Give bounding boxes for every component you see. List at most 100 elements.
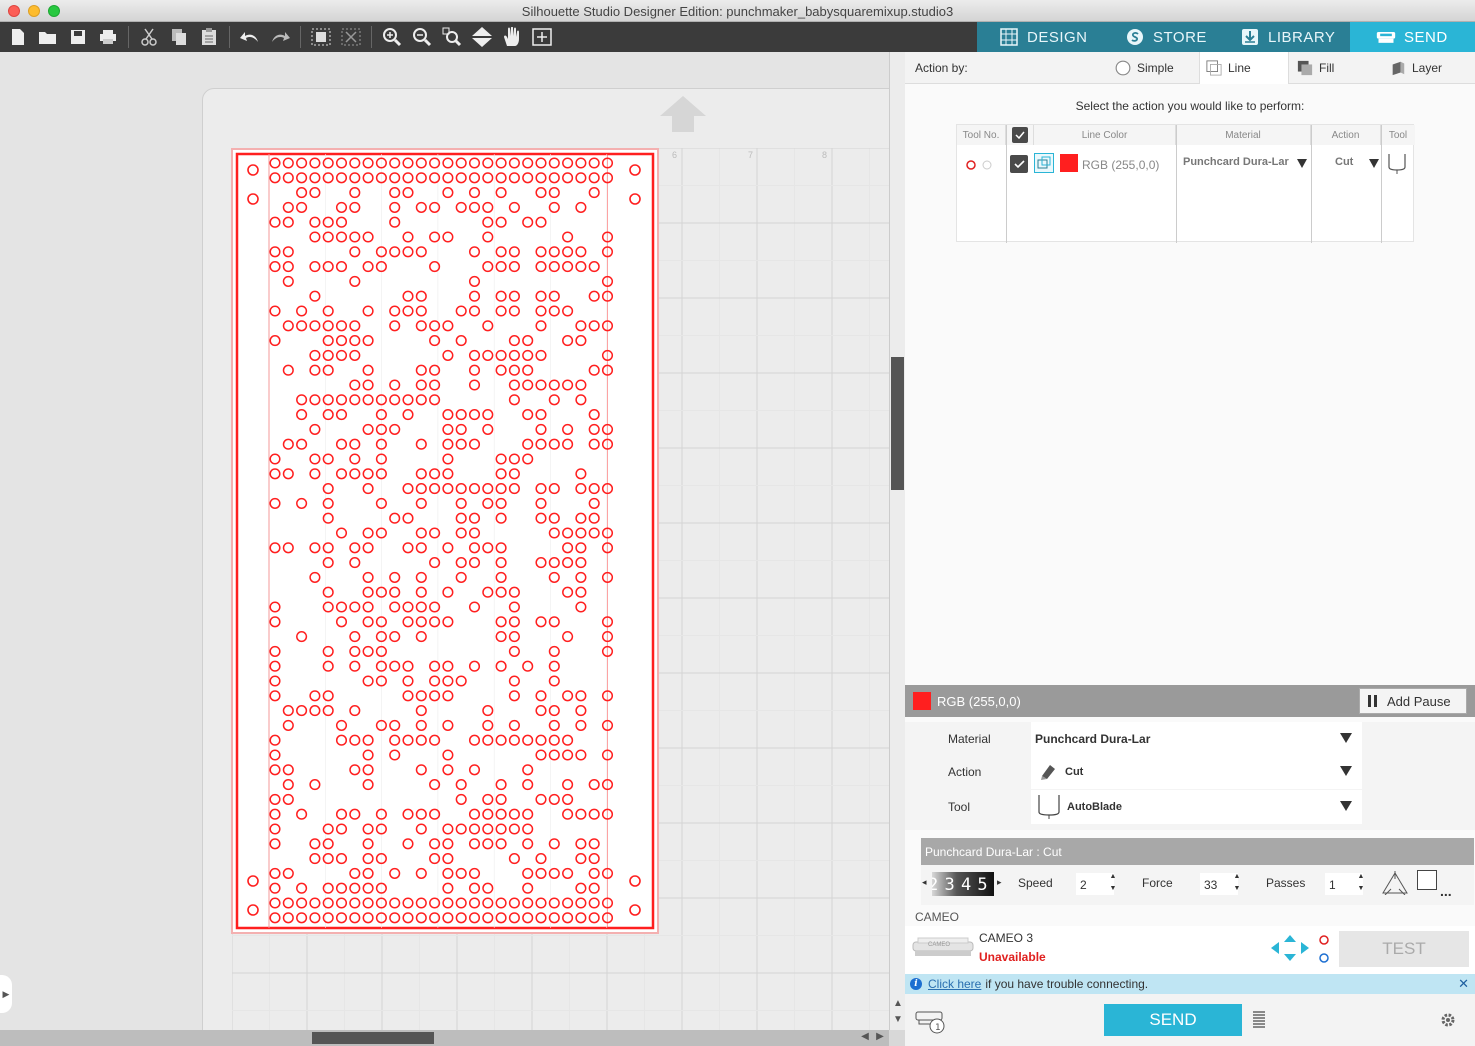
action-select[interactable]: Cut bbox=[1031, 755, 1362, 789]
scroll-down-arrow-icon[interactable]: ▼ bbox=[892, 1014, 904, 1026]
deselect-icon[interactable] bbox=[339, 25, 363, 49]
device-section-label: CAMEO bbox=[915, 910, 960, 924]
connection-info-text: if you have trouble connecting. bbox=[985, 977, 1149, 991]
column-divider bbox=[1006, 125, 1007, 243]
line-style-icon[interactable] bbox=[1034, 153, 1054, 173]
speed-stepper-icon[interactable]: ▲ ▼ bbox=[1109, 871, 1117, 895]
new-file-icon[interactable] bbox=[6, 25, 30, 49]
window-titlebar: Silhouette Studio Designer Edition: punc… bbox=[0, 0, 1475, 22]
fit-page-icon[interactable] bbox=[530, 25, 554, 49]
mode-layer[interactable]: Layer bbox=[1390, 52, 1442, 84]
mode-line-label: Line bbox=[1228, 61, 1251, 75]
send-panel: Action by: Simple Line Fill Layer Select… bbox=[905, 52, 1475, 1046]
tab-design[interactable]: DESIGN bbox=[977, 22, 1105, 52]
force-stepper-icon[interactable]: ▲ ▼ bbox=[1233, 871, 1241, 895]
header-tool-no: Tool No. bbox=[957, 125, 1006, 145]
tool-select[interactable]: AutoBlade bbox=[1031, 790, 1362, 824]
vertical-scroll-thumb[interactable] bbox=[891, 357, 904, 490]
open-folder-icon[interactable] bbox=[36, 25, 60, 49]
tool-select-value: AutoBlade bbox=[1067, 801, 1122, 813]
force-label: Force bbox=[1142, 876, 1173, 890]
zoom-out-icon[interactable] bbox=[410, 25, 434, 49]
action-dropdown[interactable]: Cut bbox=[1335, 156, 1379, 172]
blade-depth-selector[interactable]: 2 3 4 5 6 bbox=[932, 872, 994, 896]
pan-down-icon[interactable] bbox=[470, 25, 494, 49]
scroll-right-arrow-icon[interactable]: ▶ bbox=[873, 1031, 887, 1045]
speed-label: Speed bbox=[1018, 876, 1053, 890]
cut-icon[interactable] bbox=[137, 25, 161, 49]
main-toolbar bbox=[0, 22, 977, 52]
tab-send-label: SEND bbox=[1404, 28, 1448, 46]
zoom-in-icon[interactable] bbox=[380, 25, 404, 49]
send-queue-icon[interactable]: 1 bbox=[915, 1008, 947, 1037]
copy-icon[interactable] bbox=[167, 25, 191, 49]
horizontal-scrollbar[interactable]: ◀ ▶ bbox=[0, 1030, 889, 1046]
ruler-label: 6 bbox=[672, 150, 678, 160]
expand-panel-button[interactable]: ▶ bbox=[0, 975, 12, 1013]
dropdown-caret-icon bbox=[1297, 159, 1307, 168]
blade-prev-arrow-icon[interactable]: ◂ bbox=[922, 877, 927, 888]
mode-fill[interactable]: Fill bbox=[1297, 52, 1334, 84]
passes-stepper-icon[interactable]: ▲ ▼ bbox=[1357, 871, 1365, 895]
cut-settings-header: Punchcard Dura-Lar : Cut bbox=[921, 838, 1474, 865]
mode-layer-label: Layer bbox=[1412, 61, 1443, 75]
header-action: Action bbox=[1311, 125, 1381, 145]
add-pause-button[interactable]: Add Pause bbox=[1359, 688, 1467, 714]
move-arrows-icon[interactable] bbox=[1270, 934, 1310, 965]
undo-icon[interactable] bbox=[238, 25, 262, 49]
scroll-left-arrow-icon[interactable]: ◀ bbox=[858, 1031, 872, 1045]
print-icon[interactable] bbox=[96, 25, 120, 49]
chevron-down-icon bbox=[1340, 733, 1352, 743]
autoblade-tool-icon[interactable] bbox=[1387, 153, 1407, 178]
click-here-link[interactable]: Click here bbox=[928, 977, 981, 991]
paste-icon[interactable] bbox=[197, 25, 221, 49]
redo-icon[interactable] bbox=[268, 25, 292, 49]
select-all-checkbox[interactable] bbox=[1011, 127, 1028, 143]
material-select[interactable]: Punchcard Dura-Lar bbox=[1031, 722, 1362, 756]
material-dropdown[interactable]: Punchcard Dura-Lar bbox=[1183, 156, 1309, 172]
send-options-icon[interactable] bbox=[1252, 1010, 1266, 1030]
zoom-select-icon[interactable] bbox=[440, 25, 464, 49]
tab-library-label: LIBRARY bbox=[1268, 28, 1336, 46]
mode-simple[interactable]: Simple bbox=[1115, 52, 1174, 84]
more-options-button[interactable]: ... bbox=[1440, 883, 1452, 899]
tab-library[interactable]: LIBRARY bbox=[1223, 22, 1350, 52]
punchcard-design[interactable] bbox=[231, 148, 659, 934]
close-icon[interactable]: ✕ bbox=[1458, 976, 1469, 992]
window-title: Silhouette Studio Designer Edition: punc… bbox=[521, 4, 954, 19]
header-select-all[interactable] bbox=[1006, 125, 1034, 145]
action-by-label: Action by: bbox=[915, 61, 968, 75]
test-button[interactable]: TEST bbox=[1339, 931, 1469, 967]
action-by-bar: Action by: Simple Line Fill Layer bbox=[905, 52, 1475, 84]
cut-settings-row: ◂ 2 3 4 5 6 ▸ Speed 2 ▲▼ Force 33 ▲▼ Pas… bbox=[921, 865, 1474, 905]
tab-store-label: STORE bbox=[1153, 28, 1207, 46]
hand-icon[interactable] bbox=[500, 25, 524, 49]
line-color-swatch[interactable] bbox=[1060, 154, 1078, 172]
save-icon[interactable] bbox=[66, 25, 90, 49]
pause-icon bbox=[1368, 695, 1377, 707]
column-divider bbox=[1176, 125, 1177, 243]
scroll-up-arrow-icon[interactable]: ▲ bbox=[892, 998, 904, 1010]
info-icon: i bbox=[910, 978, 922, 990]
tab-send[interactable]: SEND bbox=[1350, 22, 1475, 52]
blade-next-arrow-icon[interactable]: ▸ bbox=[997, 877, 1002, 888]
material-label: Material bbox=[948, 732, 991, 746]
layer-mode-icon bbox=[1392, 61, 1405, 76]
header-line-color: Line Color bbox=[1034, 125, 1176, 145]
grid-icon bbox=[999, 27, 1019, 47]
workspace-tabs: DESIGN STORE LIBRARY SEND bbox=[977, 22, 1475, 52]
toolbar-separator bbox=[229, 26, 230, 48]
gear-icon[interactable] bbox=[1439, 1011, 1457, 1032]
mode-line[interactable]: Line bbox=[1199, 52, 1289, 84]
select-all-icon[interactable] bbox=[309, 25, 333, 49]
device-name: CAMEO 3 bbox=[979, 931, 1034, 945]
tab-store[interactable]: STORE bbox=[1105, 22, 1223, 52]
design-canvas[interactable]: 6 7 8 bbox=[0, 52, 889, 1030]
row-enabled-checkbox[interactable] bbox=[1010, 155, 1028, 173]
device-status: Unavailable bbox=[979, 950, 1046, 964]
horizontal-scroll-thumb[interactable] bbox=[312, 1032, 434, 1044]
line-segment-overcut-icon[interactable] bbox=[1381, 871, 1409, 898]
blade-options-checkbox[interactable] bbox=[1417, 870, 1437, 890]
vertical-scrollbar[interactable]: ▲ ▼ bbox=[889, 52, 905, 1030]
send-button[interactable]: SEND bbox=[1104, 1004, 1242, 1036]
